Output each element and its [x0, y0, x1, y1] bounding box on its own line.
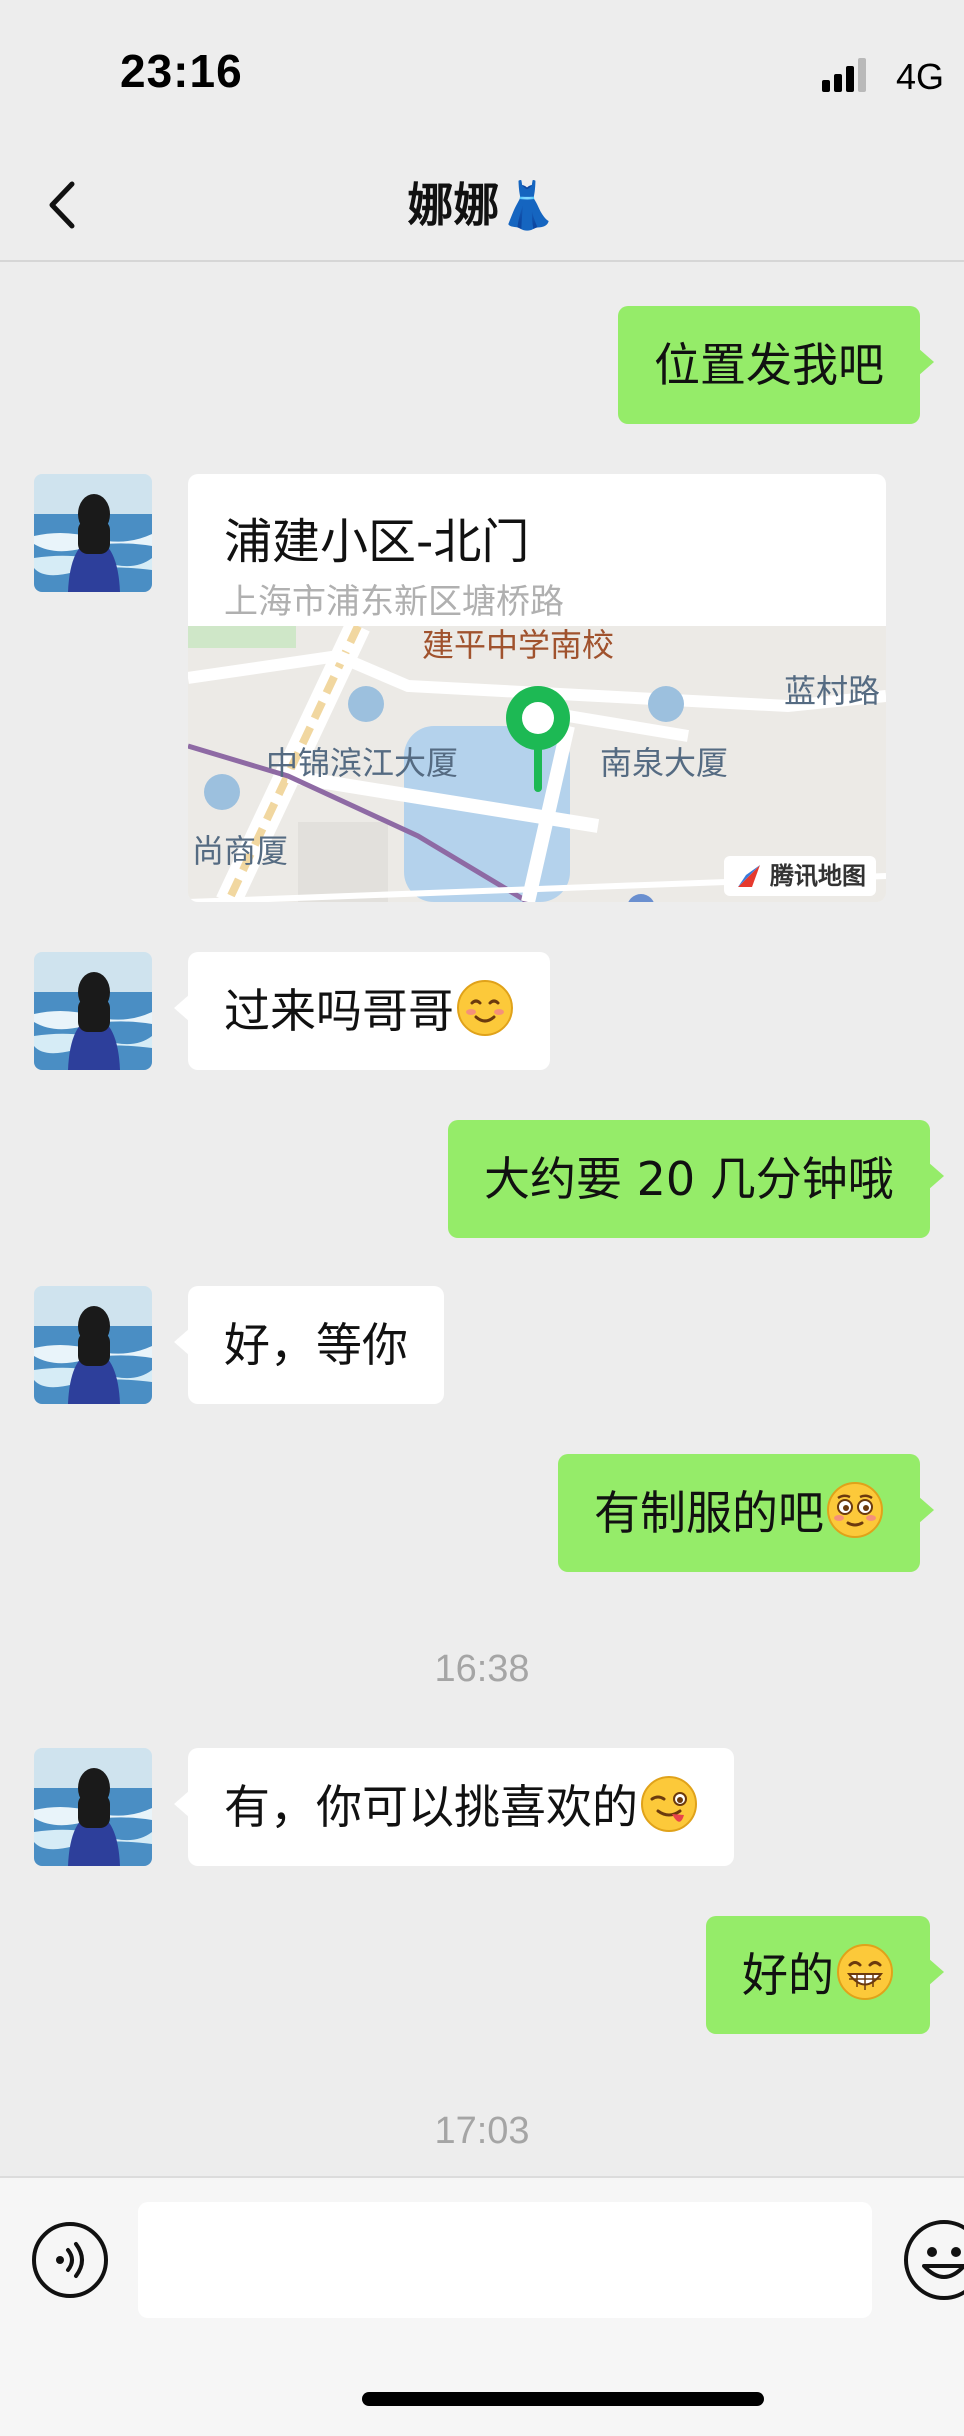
map-label-building-left: 中锦滨江大厦: [266, 744, 459, 782]
message-text: 有制服的吧: [594, 1486, 824, 1540]
message-bubble-outgoing[interactable]: 有制服的吧: [558, 1454, 934, 1572]
message-bubble-incoming[interactable]: 好，等你: [174, 1286, 444, 1404]
map-label-building-right: 南泉大厦: [600, 744, 729, 782]
tencent-map-logo-icon: [738, 865, 760, 887]
voice-icon: [32, 2222, 108, 2298]
message-bubble-outgoing[interactable]: 大约要 20 几分钟哦: [448, 1120, 944, 1238]
message-text: 好，等你: [224, 1318, 408, 1372]
home-indicator[interactable]: [362, 2392, 764, 2406]
map-pin-icon: [506, 686, 570, 792]
map-provider-badge: 腾讯地图: [724, 856, 876, 896]
message-text: 过来吗哥哥: [224, 984, 454, 1038]
cellular-signal-icon: [822, 56, 872, 92]
map-label-road: 蓝村路: [784, 672, 881, 710]
message-text: 位置发我吧: [654, 338, 884, 392]
avatar[interactable]: [34, 474, 152, 592]
avatar-image: [34, 1286, 152, 1404]
avatar-image: [34, 1748, 152, 1866]
chat-header: 娜娜👗: [0, 150, 964, 262]
message-bubble-outgoing[interactable]: 好的: [706, 1916, 944, 2034]
avatar-image: [34, 474, 152, 592]
chat-title: 娜娜👗: [407, 178, 557, 232]
emoji-button[interactable]: [902, 2218, 964, 2302]
location-address: 上海市浦东新区塘桥路: [224, 582, 564, 622]
grinning-emoji: [837, 1944, 893, 2000]
message-bubble-outgoing[interactable]: 位置发我吧: [618, 306, 934, 424]
timestamp: 17:03: [434, 2110, 530, 2152]
message-text: 大约要 20 几分钟哦: [484, 1152, 894, 1206]
message-bubble-incoming[interactable]: 有，你可以挑喜欢的: [174, 1748, 734, 1866]
smiling-blush-emoji: [457, 980, 513, 1036]
voice-button[interactable]: [30, 2220, 110, 2300]
map-label-building-edge: 尚商厦: [192, 832, 289, 870]
avatar[interactable]: [34, 952, 152, 1070]
avatar[interactable]: [34, 1286, 152, 1404]
winking-tongue-emoji: [641, 1776, 697, 1832]
emoji-icon: [904, 2220, 964, 2300]
map-provider-label: 腾讯地图: [770, 862, 866, 890]
flushed-emoji: [827, 1482, 883, 1538]
avatar-image: [34, 952, 152, 1070]
location-map-preview[interactable]: 建平中学南校 蓝村路 中锦滨江大厦 南泉大厦 尚商厦 腾讯地图: [188, 626, 886, 902]
message-input[interactable]: [138, 2202, 872, 2318]
message-text: 好的: [742, 1948, 834, 2002]
avatar[interactable]: [34, 1748, 152, 1866]
map-label-school: 建平中学南校: [422, 626, 615, 664]
timestamp: 16:38: [434, 1648, 530, 1690]
message-bubble-incoming[interactable]: 过来吗哥哥: [174, 952, 550, 1070]
status-time: 23:16: [120, 45, 243, 97]
message-text: 有，你可以挑喜欢的: [224, 1780, 638, 1834]
location-name: 浦建小区-北门: [224, 514, 530, 570]
status-bar: 23:16 4G: [0, 0, 964, 150]
network-type: 4G: [896, 56, 945, 97]
location-message-card[interactable]: 浦建小区-北门 上海市浦东新区塘桥路 建平中学南校 蓝村路 中锦滨江大厦 南泉大…: [188, 474, 886, 902]
